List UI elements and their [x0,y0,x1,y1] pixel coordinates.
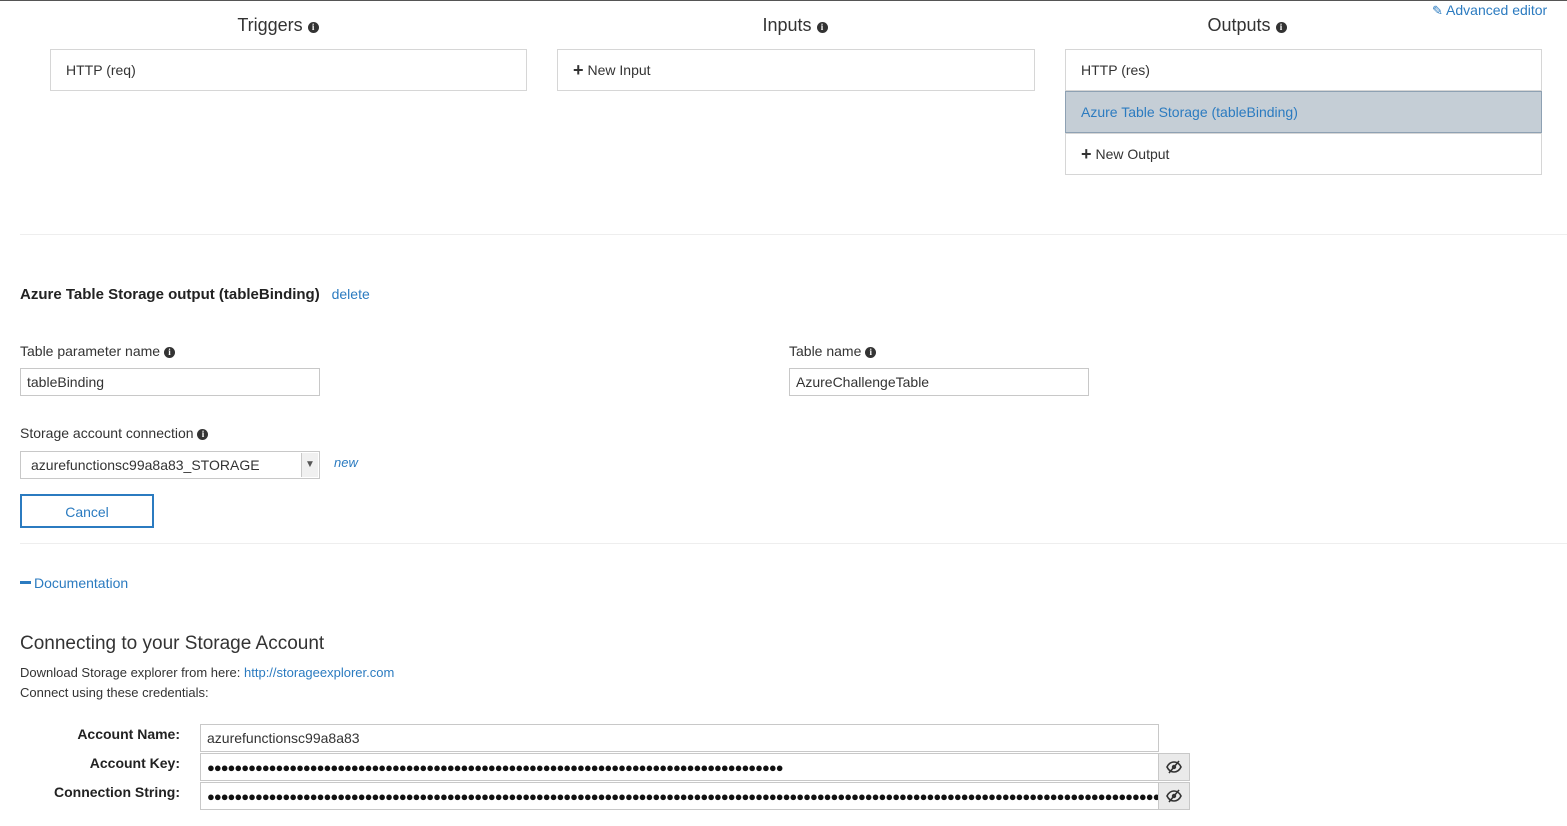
new-connection-link[interactable]: new [334,455,358,470]
connect-text: Connect using these credentials: [20,685,209,700]
inputs-title-text: Inputs [762,15,812,35]
eye-slash-icon [1166,789,1182,803]
table-name-input[interactable] [789,368,1089,396]
output-label: Azure Table Storage (tableBinding) [1081,104,1298,120]
chevron-down-icon[interactable]: ▼ [301,453,318,477]
new-input-label: New Input [587,62,651,78]
documentation-heading: Connecting to your Storage Account [20,633,325,654]
triggers-title: Triggers i [128,15,428,36]
info-icon[interactable]: i [1275,22,1287,33]
account-name-value: azurefunctionsc99a8a83 [207,730,360,746]
advanced-editor-label: Advanced editor [1446,2,1548,18]
table-param-input[interactable] [20,368,320,396]
download-text: Download Storage explorer from here: [20,665,245,680]
new-input-button[interactable]: + New Input [557,49,1035,91]
divider [20,543,1567,544]
account-key-field[interactable]: ●●●●●●●●●●●●●●●●●●●●●●●●●●●●●●●●●●●●●●●●… [200,753,1159,781]
delete-link[interactable]: delete [332,286,370,302]
storage-connection-label: Storage account connection i [20,425,209,441]
plus-icon: + [573,60,584,80]
divider [20,234,1567,235]
documentation-toggle[interactable]: Documentation [20,575,128,591]
edit-icon: ✎ [1432,3,1443,18]
table-name-label: Table name i [789,343,877,359]
outputs-title: Outputs i [1097,15,1397,36]
account-key-label: Account Key: [89,755,180,771]
info-icon[interactable]: i [163,347,175,358]
download-line: Download Storage explorer from here: htt… [20,665,394,680]
inputs-title: Inputs i [645,15,945,36]
storage-connection-value: azurefunctionsc99a8a83_STORAGE [31,457,260,473]
output-http-res[interactable]: HTTP (res) [1065,49,1542,91]
output-azure-table-storage[interactable]: Azure Table Storage (tableBinding) [1065,91,1542,133]
trigger-label: HTTP (req) [66,62,136,78]
advanced-editor-link[interactable]: ✎ Advanced editor [1432,2,1547,19]
eye-slash-icon [1166,760,1182,774]
account-name-field[interactable]: azurefunctionsc99a8a83 [200,724,1159,752]
info-icon[interactable]: i [307,22,319,33]
minus-icon [20,581,31,584]
table-param-label-text: Table parameter name [20,343,161,359]
trigger-http-req[interactable]: HTTP (req) [50,49,527,91]
account-name-label: Account Name: [77,726,180,742]
documentation-toggle-label: Documentation [34,575,129,591]
storage-connection-label-text: Storage account connection [20,425,194,441]
info-icon[interactable]: i [816,22,828,33]
connection-string-value: ●●●●●●●●●●●●●●●●●●●●●●●●●●●●●●●●●●●●●●●●… [207,789,1159,804]
account-key-value: ●●●●●●●●●●●●●●●●●●●●●●●●●●●●●●●●●●●●●●●●… [207,760,784,775]
triggers-title-text: Triggers [237,15,303,35]
new-output-button[interactable]: + New Output [1065,133,1542,175]
binding-editor-header: Azure Table Storage output (tableBinding… [20,286,370,303]
plus-icon: + [1081,144,1092,164]
table-name-label-text: Table name [789,343,862,359]
new-output-label: New Output [1095,146,1170,162]
show-account-key-button[interactable] [1158,753,1190,781]
connection-string-label: Connection String: [54,784,180,800]
cancel-button[interactable]: Cancel [20,494,154,528]
storage-connection-select[interactable]: azurefunctionsc99a8a83_STORAGE ▼ [20,451,320,479]
output-label: HTTP (res) [1081,62,1150,78]
storage-explorer-link[interactable]: http://storageexplorer.com [244,665,394,680]
connection-string-field[interactable]: ●●●●●●●●●●●●●●●●●●●●●●●●●●●●●●●●●●●●●●●●… [200,782,1159,810]
info-icon[interactable]: i [197,429,209,440]
table-param-label: Table parameter name i [20,343,175,359]
show-connection-string-button[interactable] [1158,782,1190,810]
outputs-title-text: Outputs [1207,15,1271,35]
info-icon[interactable]: i [865,347,877,358]
binding-editor-title: Azure Table Storage output (tableBinding… [20,286,320,303]
